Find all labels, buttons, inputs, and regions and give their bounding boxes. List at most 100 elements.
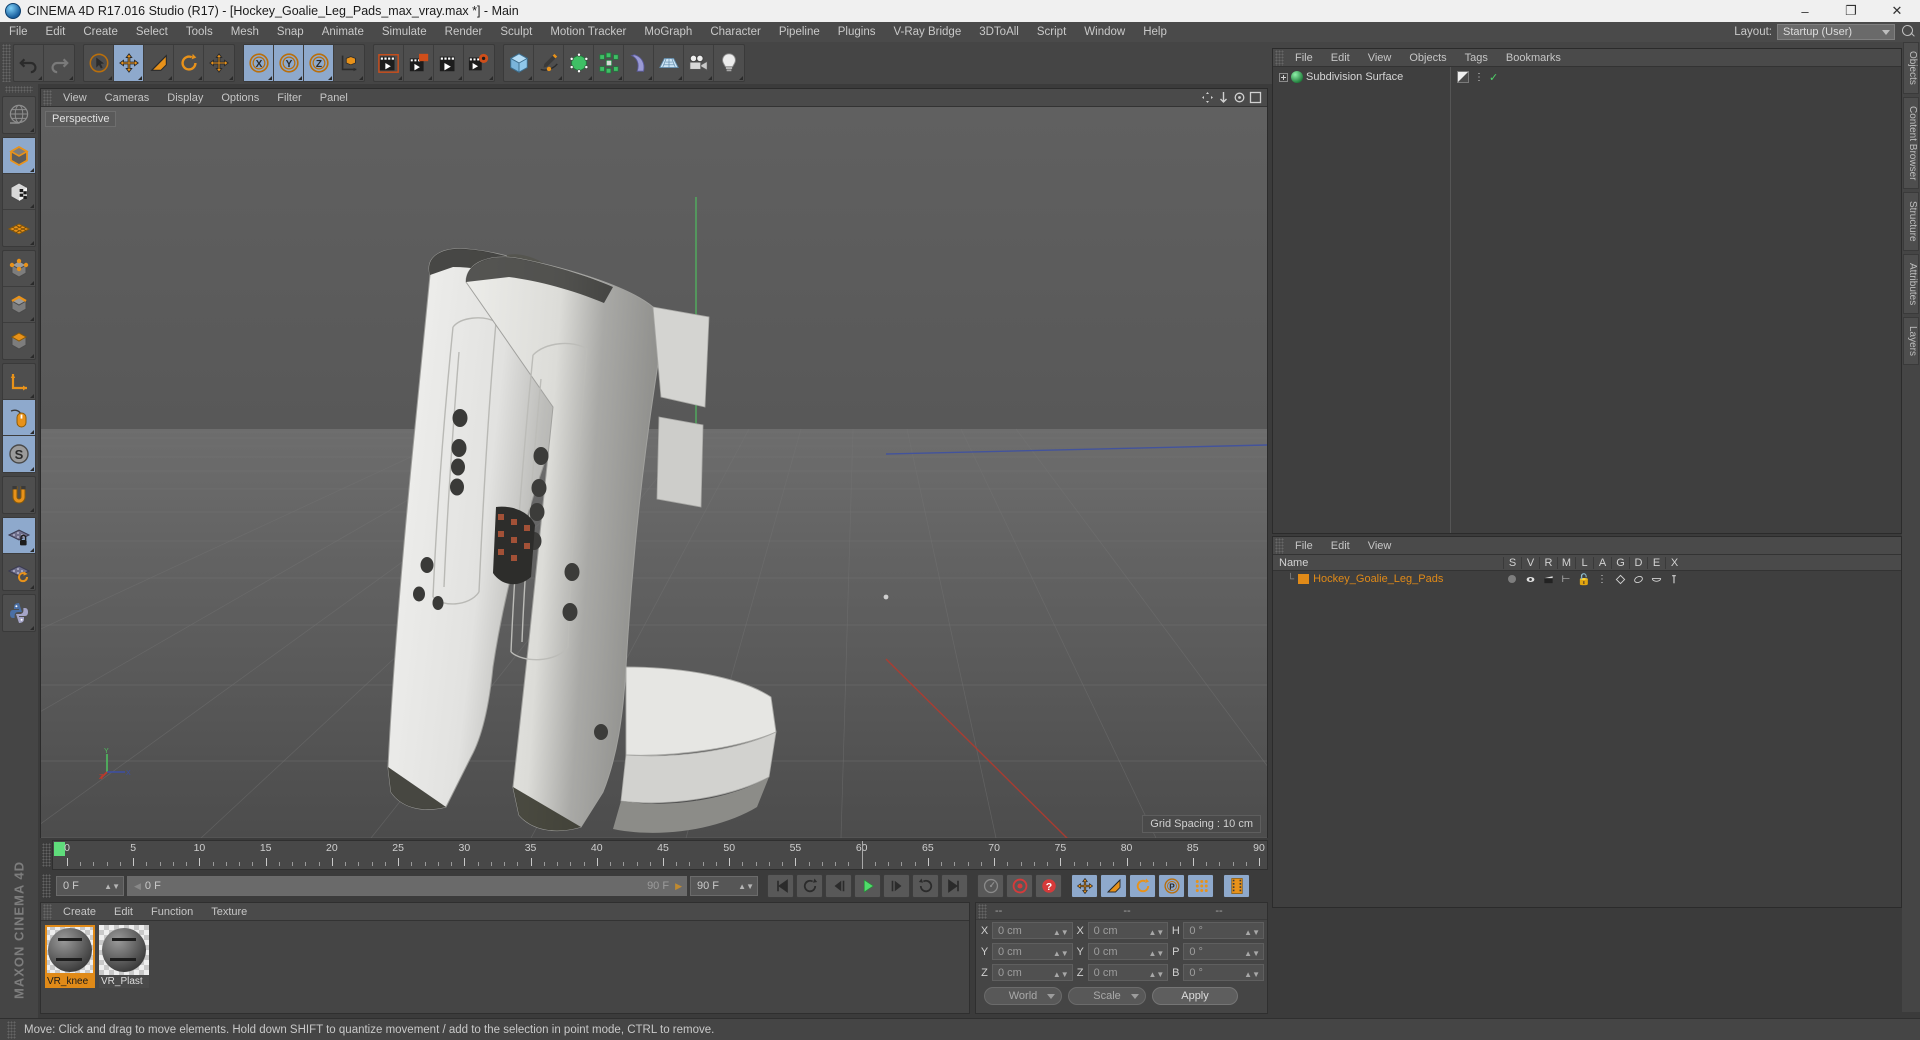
left-toolbar-grip[interactable] bbox=[5, 86, 33, 93]
spinner-icon[interactable]: ▲▼ bbox=[1244, 967, 1260, 983]
model-mode-button[interactable] bbox=[3, 138, 35, 174]
timeline-ruler[interactable]: 051015202530354045505560657075808590 0 F… bbox=[52, 840, 1339, 870]
menu-item-render[interactable]: Render bbox=[436, 22, 492, 42]
rotate-button[interactable] bbox=[174, 45, 204, 81]
position-field[interactable]: 0 cm ▲▼ bbox=[992, 943, 1073, 960]
play-forward-button[interactable] bbox=[854, 874, 881, 898]
attribute-column-d[interactable]: D bbox=[1629, 556, 1647, 569]
spinner-icon[interactable]: ▲▼ bbox=[1149, 925, 1165, 941]
object-tree[interactable]: Subdivision Surface ⋮ ✓ bbox=[1273, 67, 1901, 533]
cell-e[interactable] bbox=[1647, 574, 1665, 585]
spinner-icon[interactable]: ▲▼ bbox=[1244, 925, 1260, 941]
right-tab-attributes[interactable]: Attributes bbox=[1903, 253, 1919, 315]
scale-s-button[interactable]: S bbox=[3, 436, 35, 472]
coordinate-mode-dropdown[interactable]: Scale bbox=[1068, 987, 1146, 1005]
scale-button[interactable] bbox=[144, 45, 174, 81]
z-axis-button[interactable]: Z bbox=[304, 45, 334, 81]
key-parameter-button[interactable]: P bbox=[1158, 874, 1185, 898]
pan-icon[interactable] bbox=[1201, 91, 1214, 104]
material-thumbnail[interactable] bbox=[99, 925, 149, 975]
toolbar-grip[interactable] bbox=[2, 44, 11, 82]
y-axis-button[interactable]: Y bbox=[274, 45, 304, 81]
record-keyframe-button[interactable] bbox=[1006, 874, 1033, 898]
end-frame-field[interactable]: 90 F ▲▼ bbox=[690, 876, 758, 896]
dolly-icon[interactable] bbox=[1217, 91, 1230, 104]
viewport-menu-cameras[interactable]: Cameras bbox=[96, 89, 159, 107]
right-tab-content-browser[interactable]: Content Browser bbox=[1903, 96, 1919, 190]
menu-item-tools[interactable]: Tools bbox=[177, 22, 222, 42]
menu-item-motion-tracker[interactable]: Motion Tracker bbox=[541, 22, 635, 42]
material-item[interactable]: VR_knee bbox=[45, 925, 95, 988]
object-manager-grip[interactable] bbox=[1275, 49, 1284, 66]
attribute-column-v[interactable]: V bbox=[1521, 556, 1539, 569]
menu-item-3dtoall[interactable]: 3DToAll bbox=[970, 22, 1028, 42]
menu-item-v-ray-bridge[interactable]: V-Ray Bridge bbox=[884, 22, 970, 42]
move-button[interactable] bbox=[114, 45, 144, 81]
maximize-button[interactable]: ❐ bbox=[1828, 0, 1874, 22]
viewport-3d[interactable]: Perspective Grid Spacing : 10 cm Y X Z bbox=[41, 107, 1267, 838]
select-cursor-button[interactable] bbox=[84, 45, 114, 81]
object-menu-file[interactable]: File bbox=[1286, 49, 1322, 67]
light-button[interactable] bbox=[714, 45, 744, 81]
texture-mode-button[interactable] bbox=[3, 174, 35, 210]
apply-button[interactable]: Apply bbox=[1152, 987, 1238, 1005]
menu-item-plugins[interactable]: Plugins bbox=[829, 22, 885, 42]
step-back-button[interactable] bbox=[825, 874, 852, 898]
cube-primitive-button[interactable] bbox=[504, 45, 534, 81]
goto-start-button[interactable] bbox=[767, 874, 794, 898]
material-thumbnail[interactable] bbox=[45, 925, 95, 975]
attribute-column-x[interactable]: X bbox=[1665, 556, 1683, 569]
viewport-menu-filter[interactable]: Filter bbox=[268, 89, 310, 107]
menu-item-file[interactable]: File bbox=[0, 22, 37, 42]
right-tab-structure[interactable]: Structure bbox=[1903, 192, 1919, 251]
spinner-icon[interactable]: ▲▼ bbox=[1149, 967, 1165, 983]
cell-a[interactable]: ⋮ bbox=[1593, 574, 1611, 585]
close-button[interactable]: ✕ bbox=[1874, 0, 1920, 22]
expand-icon[interactable] bbox=[1279, 72, 1288, 82]
cell-l[interactable]: 🔓 bbox=[1575, 573, 1593, 586]
object-menu-edit[interactable]: Edit bbox=[1322, 49, 1359, 67]
material-menu-function[interactable]: Function bbox=[142, 903, 202, 921]
move-axis-button[interactable] bbox=[204, 45, 234, 81]
menu-item-animate[interactable]: Animate bbox=[313, 22, 373, 42]
x-axis-button[interactable]: X bbox=[244, 45, 274, 81]
attribute-column-r[interactable]: R bbox=[1539, 556, 1557, 569]
material-menu-texture[interactable]: Texture bbox=[202, 903, 256, 921]
viewport-menu-options[interactable]: Options bbox=[212, 89, 268, 107]
viewport-menu-panel[interactable]: Panel bbox=[311, 89, 357, 107]
point-mode-button[interactable] bbox=[3, 251, 35, 287]
viewport-solo-mouse-button[interactable] bbox=[3, 400, 35, 436]
render-region-button[interactable] bbox=[404, 45, 434, 81]
polygon-mesh-button[interactable] bbox=[3, 210, 35, 246]
render-to-picture-viewer-button[interactable] bbox=[434, 45, 464, 81]
status-grip[interactable] bbox=[7, 1020, 16, 1039]
cell-s[interactable] bbox=[1503, 575, 1521, 583]
attribute-rows[interactable]: └ Hockey_Goalie_Leg_Pads ⊢ 🔓 ⋮ ⊺ bbox=[1273, 571, 1901, 587]
material-menu-edit[interactable]: Edit bbox=[105, 903, 142, 921]
position-field[interactable]: 0 cm ▲▼ bbox=[992, 922, 1073, 939]
right-tab-objects[interactable]: Objects bbox=[1903, 42, 1919, 94]
frame-scrub-field[interactable]: ◀ 0 F 90 F ▶ bbox=[127, 876, 687, 896]
left-arrow-icon[interactable]: ◀ bbox=[134, 881, 141, 892]
attribute-column-name[interactable]: Name bbox=[1273, 557, 1503, 569]
attribute-column-g[interactable]: G bbox=[1611, 556, 1629, 569]
step-forward-button[interactable] bbox=[883, 874, 910, 898]
key-selection-button[interactable]: ? bbox=[1035, 874, 1062, 898]
menu-item-help[interactable]: Help bbox=[1134, 22, 1176, 42]
play-back-loop-button[interactable] bbox=[796, 874, 823, 898]
position-field[interactable]: 0 cm ▲▼ bbox=[992, 964, 1073, 981]
rotation-field[interactable]: 0 ° ▲▼ bbox=[1183, 922, 1265, 941]
attribute-menu-edit[interactable]: Edit bbox=[1322, 537, 1359, 555]
minimize-button[interactable]: – bbox=[1782, 0, 1828, 22]
check-icon[interactable]: ✓ bbox=[1489, 71, 1498, 84]
timeline-strip-button[interactable] bbox=[1223, 874, 1250, 898]
coordinates-grip[interactable] bbox=[978, 903, 987, 919]
start-frame-field[interactable]: 0 F ▲▼ bbox=[56, 876, 124, 896]
menu-item-script[interactable]: Script bbox=[1028, 22, 1075, 42]
menu-item-create[interactable]: Create bbox=[74, 22, 127, 42]
world-coord-button[interactable] bbox=[334, 45, 364, 81]
key-rotation-button[interactable] bbox=[1129, 874, 1156, 898]
menu-item-select[interactable]: Select bbox=[127, 22, 177, 42]
world-globe-button[interactable] bbox=[3, 97, 35, 133]
magnet-snap-button[interactable] bbox=[3, 477, 35, 513]
